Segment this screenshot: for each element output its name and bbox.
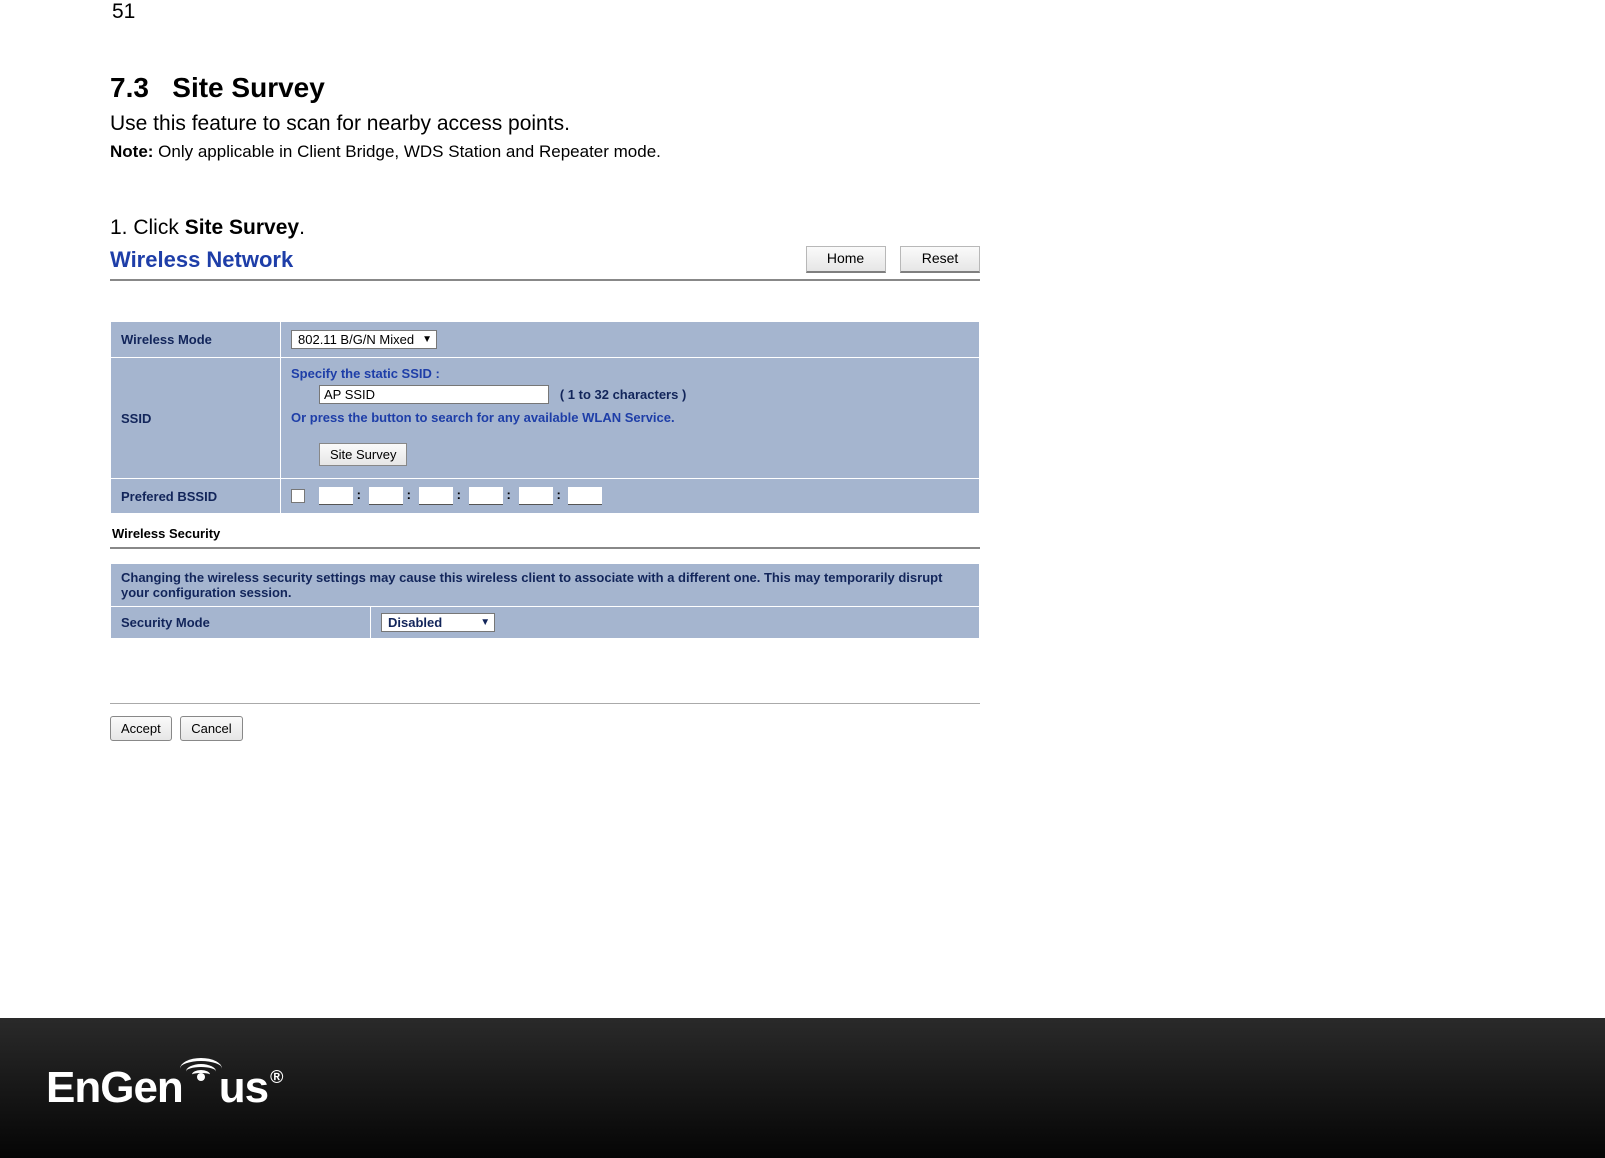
colon: : [503, 487, 515, 502]
note-text: Only applicable in Client Bridge, WDS St… [153, 142, 660, 161]
wireless-form-table: Wireless Mode 802.11 B/G/N Mixed ▼ SSID … [110, 321, 980, 514]
ssid-or-press-text: Or press the button to search for any av… [291, 410, 969, 425]
wireless-mode-value: 802.11 B/G/N Mixed [298, 332, 414, 347]
colon: : [453, 487, 465, 502]
ssid-specify-text: Specify the static SSID : [291, 366, 969, 381]
reset-button[interactable]: Reset [900, 246, 980, 273]
bssid-label: Prefered BSSID [111, 479, 281, 514]
bssid-field: : : : : : [281, 479, 980, 514]
home-button[interactable]: Home [806, 246, 886, 273]
security-mode-value: Disabled [388, 615, 442, 630]
wifi-icon [181, 1061, 221, 1091]
colon: : [403, 487, 415, 502]
security-mode-field: Disabled ▼ [371, 607, 980, 639]
row-wireless-mode: Wireless Mode 802.11 B/G/N Mixed ▼ [111, 322, 980, 358]
wireless-mode-field: 802.11 B/G/N Mixed ▼ [281, 322, 980, 358]
site-survey-button[interactable]: Site Survey [319, 443, 407, 466]
section-note: Note: Only applicable in Client Bridge, … [110, 142, 1010, 162]
colon: : [353, 487, 365, 502]
top-button-group: Home Reset [796, 246, 980, 273]
security-mode-label: Security Mode [111, 607, 371, 639]
embedded-ui-screenshot: Wireless Network Home Reset Wireless Mod… [110, 246, 980, 741]
bssid-seg-4[interactable] [469, 487, 503, 505]
security-warning-text: Changing the wireless security settings … [111, 564, 980, 607]
step-suffix: . [299, 216, 305, 239]
step-prefix: 1. Click [110, 216, 185, 239]
bssid-seg-3[interactable] [419, 487, 453, 505]
row-bssid: Prefered BSSID : : : : : [111, 479, 980, 514]
divider [110, 547, 980, 549]
ui-heading: Wireless Network [110, 247, 293, 273]
section-title: 7.3 Site Survey [110, 72, 1010, 104]
registered-icon: ® [270, 1067, 282, 1088]
ssid-field: Specify the static SSID : ( 1 to 32 char… [281, 358, 980, 479]
page-footer: EnGen us ® [0, 1018, 1605, 1158]
bssid-seg-5[interactable] [519, 487, 553, 505]
bssid-checkbox[interactable] [291, 489, 305, 503]
section-name: Site Survey [172, 72, 325, 103]
step-bold: Site Survey [185, 216, 299, 239]
security-table: Changing the wireless security settings … [110, 563, 980, 639]
wireless-mode-select[interactable]: 802.11 B/G/N Mixed ▼ [291, 330, 437, 349]
security-mode-select[interactable]: Disabled ▼ [381, 613, 495, 632]
accept-button[interactable]: Accept [110, 716, 172, 741]
action-row: Accept Cancel [110, 703, 980, 741]
row-security-warning: Changing the wireless security settings … [111, 564, 980, 607]
engenius-logo: EnGen us ® [46, 1063, 282, 1113]
colon: : [553, 487, 565, 502]
chevron-down-icon: ▼ [480, 617, 490, 628]
row-ssid: SSID Specify the static SSID : ( 1 to 32… [111, 358, 980, 479]
wireless-mode-label: Wireless Mode [111, 322, 281, 358]
row-security-mode: Security Mode Disabled ▼ [111, 607, 980, 639]
divider [110, 703, 980, 704]
cancel-button[interactable]: Cancel [180, 716, 242, 741]
bssid-seg-1[interactable] [319, 487, 353, 505]
wireless-security-subheading: Wireless Security [112, 526, 980, 541]
section-number: 7.3 [110, 72, 149, 103]
section-description: Use this feature to scan for nearby acce… [110, 112, 1010, 136]
ssid-input[interactable] [319, 385, 549, 404]
note-label: Note: [110, 142, 153, 161]
bssid-seg-6[interactable] [568, 487, 602, 505]
bssid-seg-2[interactable] [369, 487, 403, 505]
ssid-char-hint: ( 1 to 32 characters ) [560, 387, 686, 402]
ssid-label: SSID [111, 358, 281, 479]
logo-text-us: us [219, 1063, 268, 1113]
logo-text-en: EnGen [46, 1063, 183, 1113]
chevron-down-icon: ▼ [422, 334, 432, 345]
step-1: 1. Click Site Survey. [110, 216, 1010, 240]
page-number: 51 [112, 0, 1010, 24]
ui-header: Wireless Network Home Reset [110, 246, 980, 281]
